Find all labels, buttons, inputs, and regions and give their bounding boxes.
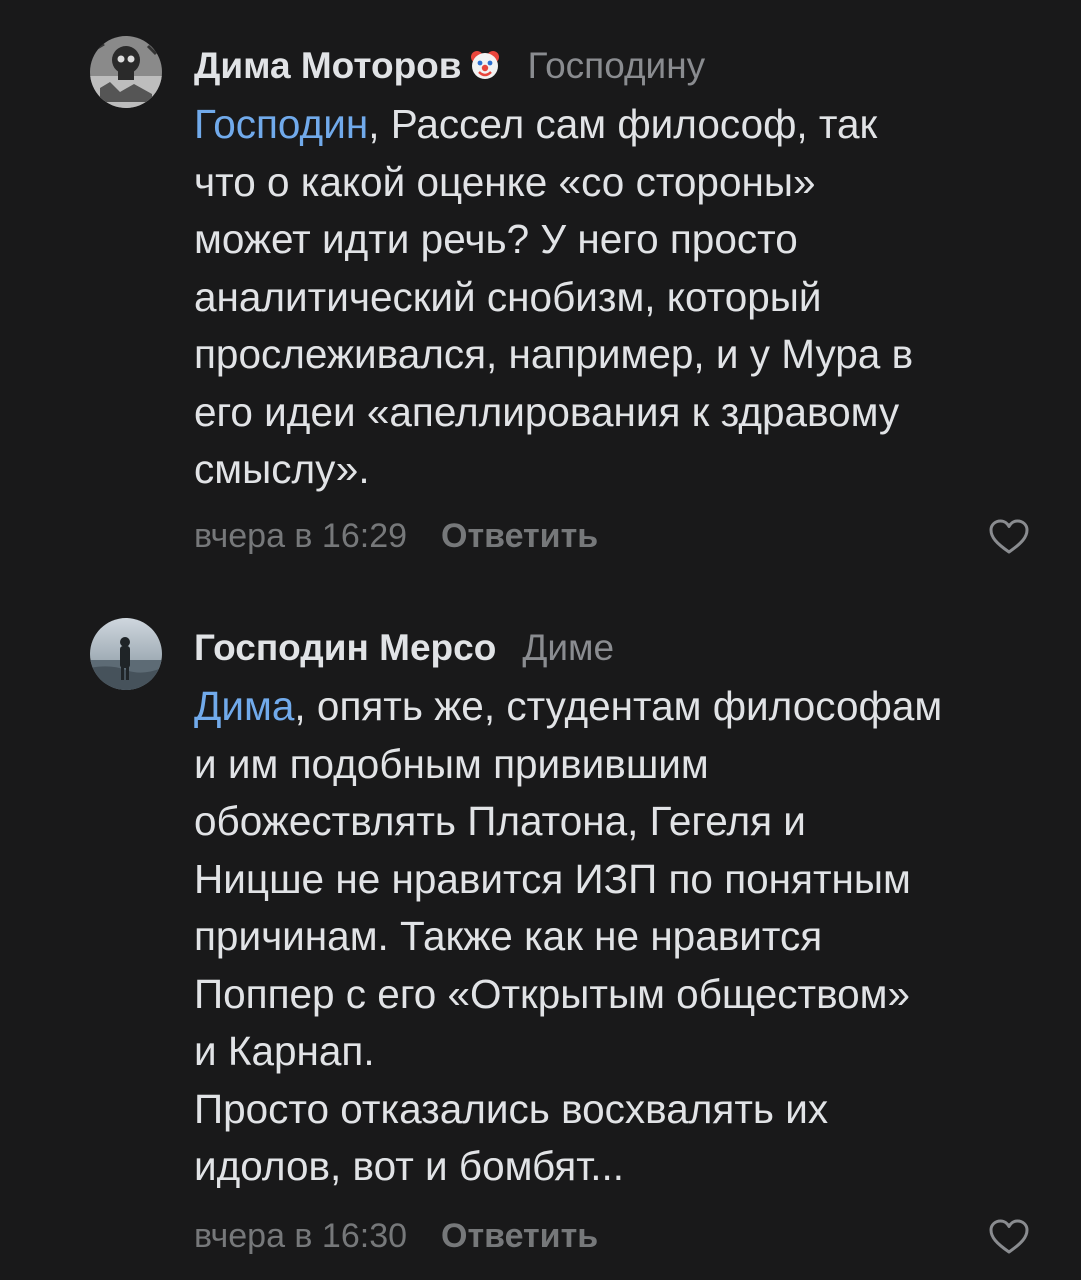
reply-to-label[interactable]: Господину xyxy=(528,45,706,86)
text-line: его идеи «апеллирования к здравому xyxy=(194,388,900,435)
comment-meta: вчера в 16:29 Ответить xyxy=(194,516,598,556)
avatar[interactable] xyxy=(90,36,162,108)
text-line: идолов, вот и бомбят... xyxy=(194,1143,625,1189)
text-line: Ницше не нравится ИЗП по понятным xyxy=(194,855,911,902)
text-line: может идти речь? У него просто xyxy=(194,216,798,262)
timestamp: вчера в 16:30 xyxy=(194,1217,408,1255)
avatar[interactable] xyxy=(90,618,162,690)
text-line: , опять же, студентам философам xyxy=(294,683,943,729)
timestamp: вчера в 16:29 xyxy=(194,517,408,555)
author-name[interactable]: Дима Моторов xyxy=(194,45,462,86)
heart-icon[interactable] xyxy=(988,518,1030,556)
text-line: причинам. Также как не нравится xyxy=(194,913,823,959)
comment-2: Господин Мерсо Диме Дима, опять же, студе… xyxy=(0,600,1081,1280)
comment-1: Дима Моторов Господину Господин, Рассел с… xyxy=(0,0,1081,600)
reply-button[interactable]: Ответить xyxy=(441,1217,598,1255)
text-line: обожествлять Платона, Гегеля и xyxy=(194,798,806,844)
reply-to-label[interactable]: Диме xyxy=(522,627,614,668)
heart-icon[interactable] xyxy=(988,1218,1030,1256)
author-name[interactable]: Господин Мерсо xyxy=(194,627,496,668)
text-line: Просто отказались восхвалять их xyxy=(194,1085,829,1132)
mention-link[interactable]: Господин xyxy=(194,101,368,147)
text-line: смыслу». xyxy=(194,446,370,492)
text-line: прослеживался, например, и у Мура в xyxy=(194,331,914,377)
text-line: и Карнап. xyxy=(194,1028,375,1074)
comment-header: Дима Моторов Господину xyxy=(194,44,705,88)
comment-meta: вчера в 16:30 Ответить xyxy=(194,1216,598,1256)
reply-button[interactable]: Ответить xyxy=(441,517,598,555)
comment-header: Господин Мерсо Диме xyxy=(194,626,614,670)
text-line: и им подобным привившим xyxy=(194,740,709,787)
mention-link[interactable]: Дима xyxy=(194,683,294,729)
text-line: что о какой оценке «со стороны» xyxy=(194,158,816,205)
text-line: аналитический снобизм, который xyxy=(194,273,822,320)
text-line: Поппер с его «Открытым обществом» xyxy=(194,970,911,1017)
comment-text: Дима, опять же, студентам философам и им… xyxy=(194,678,1044,1196)
clown-emoji-icon xyxy=(468,48,502,82)
text-line: , Рассел сам философ, так xyxy=(368,101,878,147)
comment-text: Господин, Рассел сам философ, так что о … xyxy=(194,96,1044,499)
